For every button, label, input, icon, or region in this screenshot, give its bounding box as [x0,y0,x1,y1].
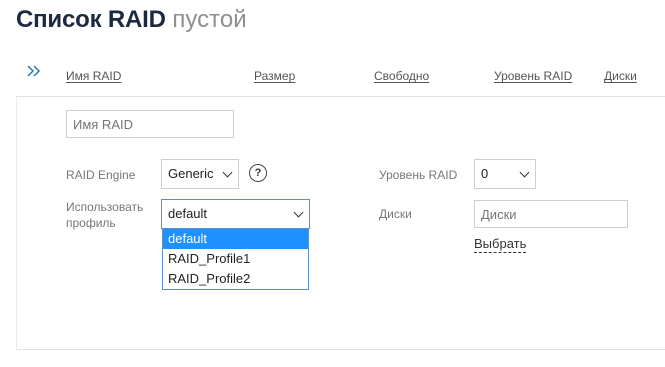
disks-label: Диски [379,207,412,221]
profile-select-value: default [168,206,208,221]
chevron-down-icon [222,167,233,178]
raid-name-input[interactable] [66,110,234,138]
profile-select[interactable]: default [161,199,310,229]
raid-level-select[interactable]: 0 [474,159,536,189]
page-title-main: Список RAID [16,6,166,33]
raid-engine-label: RAID Engine [66,168,136,182]
page-title-status: пустой [172,6,247,33]
column-header-disks[interactable]: Диски [604,69,637,83]
chevron-down-icon [519,167,530,178]
column-header-raid-level[interactable]: Уровень RAID [494,69,572,83]
double-chevron-right-icon[interactable] [26,64,46,84]
profile-option-2[interactable]: RAID_Profile2 [163,269,308,289]
disks-input[interactable] [474,200,628,228]
profile-dropdown-list: default RAID_Profile1 RAID_Profile2 [162,228,309,290]
chevron-down-icon [293,207,304,218]
column-header-name[interactable]: Имя RAID [66,69,121,83]
raid-level-label: Уровень RAID [379,168,458,182]
column-header-free[interactable]: Свободно [374,69,429,83]
raid-engine-select[interactable]: Generic [161,159,239,189]
profile-label-line2: профиль [66,216,116,230]
select-disks-link[interactable]: Выбрать [474,236,527,253]
profile-label-line1: Использовать [66,200,144,214]
profile-option-default[interactable]: default [163,229,308,249]
help-icon[interactable]: ? [249,164,267,182]
raid-level-value: 0 [481,166,489,181]
profile-option-1[interactable]: RAID_Profile1 [163,249,308,269]
raid-engine-value: Generic [168,166,214,181]
column-header-size[interactable]: Размер [254,69,295,83]
page-title: Список RAID пустой [16,6,247,34]
